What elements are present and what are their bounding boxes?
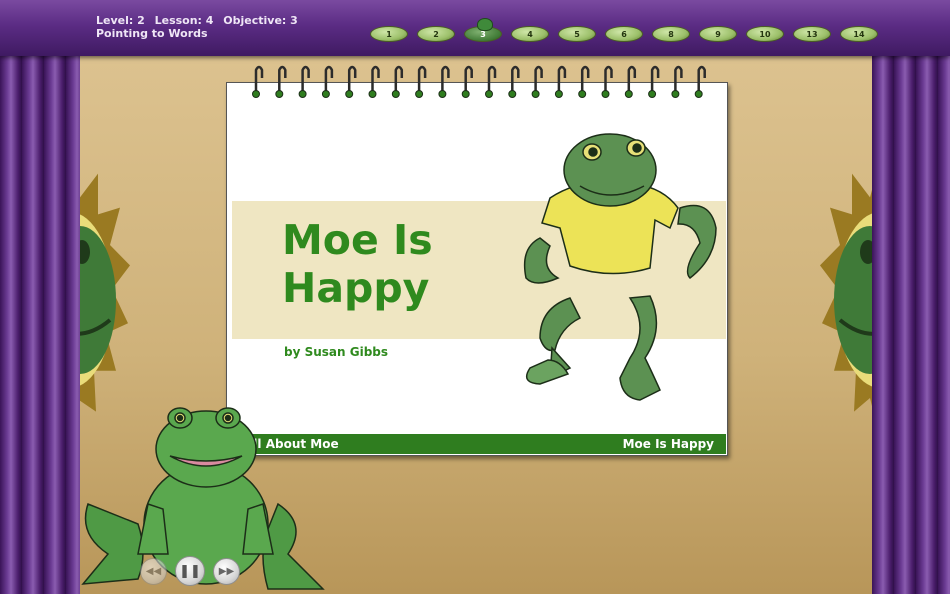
lily-pad-6[interactable]: 6 <box>605 26 643 42</box>
spiral-ring <box>441 65 450 94</box>
spiral-ring <box>254 65 264 94</box>
lily-pad-2[interactable]: 2 <box>417 26 455 42</box>
spiral-ring <box>417 65 427 94</box>
lesson-label: Lesson: 4 <box>154 14 214 27</box>
spiral-ring <box>464 65 473 94</box>
lily-pad-number: 13 <box>806 29 818 39</box>
spiral-hole <box>578 90 587 98</box>
lily-pad-3-current[interactable]: 3 <box>464 18 502 42</box>
spiral-hole <box>554 90 563 98</box>
spiral-ring <box>487 65 497 94</box>
spiral-ring <box>534 65 543 94</box>
lily-pad-14[interactable]: 14 <box>840 26 878 42</box>
spiral-hole <box>438 90 447 98</box>
title-line-1: Moe Is <box>282 216 433 264</box>
moe-frog-illustration <box>523 133 717 401</box>
lily-pad-1[interactable]: 1 <box>370 26 408 42</box>
lily-pad-number: 9 <box>715 29 721 39</box>
lily-pad-8[interactable]: 8 <box>652 26 690 42</box>
lily-pad-number: 10 <box>759 29 771 39</box>
spiral-ring <box>697 65 706 94</box>
spiral-hole <box>391 90 400 98</box>
footer-book-title: Moe Is Happy <box>622 437 714 451</box>
lily-pad-9[interactable]: 9 <box>699 26 737 42</box>
spiral-ring <box>557 65 567 94</box>
lesson-info: Level: 2 Lesson: 4 Objective: 3 Pointing… <box>96 14 304 40</box>
spiral-ring <box>674 65 683 94</box>
spiral-ring <box>511 65 520 94</box>
spiral-ring <box>324 65 334 94</box>
spiral-ring <box>580 65 590 94</box>
lily-pad-number: 14 <box>853 29 865 39</box>
spiral-hole <box>648 90 657 98</box>
spiral-hole <box>601 90 610 98</box>
level-label: Level: 2 <box>96 14 145 27</box>
objective-subtitle: Pointing to Words <box>96 27 208 40</box>
spiral-hole <box>345 90 354 98</box>
spiral-hole <box>298 90 307 98</box>
spiral-ring <box>371 65 380 94</box>
lily-pad-13[interactable]: 13 <box>793 26 831 42</box>
spiral-ring <box>604 65 613 94</box>
pause-button[interactable]: ❚❚ <box>175 556 205 586</box>
rewind-icon: ◀◀ <box>145 566 162 577</box>
spiral-hole <box>252 90 260 98</box>
spiral-ring <box>650 65 660 94</box>
spiral-hole <box>461 90 470 98</box>
lily-pad-number: 1 <box>386 29 392 39</box>
lily-pad-4[interactable]: 4 <box>511 26 549 42</box>
title-line-2: Happy <box>282 264 430 312</box>
spiral-hole <box>671 90 680 98</box>
fast-forward-button[interactable]: ▶▶ <box>213 558 240 585</box>
spiral-ring <box>394 65 404 94</box>
top-bar: Level: 2 Lesson: 4 Objective: 3 Pointing… <box>0 0 950 56</box>
pause-icon: ❚❚ <box>179 563 201 579</box>
frog-marker-icon <box>477 18 493 31</box>
book-title: Moe Is Happy <box>282 216 522 312</box>
objective-label: Objective: 3 <box>223 14 298 27</box>
spiral-hole <box>694 90 703 98</box>
lily-pad-number: 8 <box>668 29 674 39</box>
book-byline: by Susan Gibbs <box>284 345 389 359</box>
spiral-binding <box>252 65 706 98</box>
lily-pad-10[interactable]: 10 <box>746 26 784 42</box>
spiral-hole <box>275 90 284 98</box>
lily-pad-number: 4 <box>527 29 533 39</box>
lily-pad-number: 5 <box>574 29 580 39</box>
spiral-ring <box>347 65 357 94</box>
playback-controls: ◀◀ ❚❚ ▶▶ <box>140 556 240 586</box>
fast-forward-icon: ▶▶ <box>218 566 235 577</box>
spiral-hole <box>508 90 517 98</box>
spiral-hole <box>624 90 633 98</box>
spiral-hole <box>321 90 330 98</box>
lily-pad-navigation: 1 2 3 4 5 6 8 9 10 13 14 <box>370 18 878 42</box>
spiral-ring <box>627 65 637 94</box>
lily-pad-number: 2 <box>433 29 439 39</box>
spiral-hole <box>485 90 493 98</box>
rewind-button[interactable]: ◀◀ <box>140 558 167 585</box>
spiral-ring <box>278 65 287 94</box>
curtain-right <box>872 56 950 594</box>
spiral-hole <box>415 90 424 98</box>
lily-pad-number: 6 <box>621 29 627 39</box>
curtain-left <box>0 56 80 594</box>
lily-pad-5[interactable]: 5 <box>558 26 596 42</box>
spiral-hole <box>368 90 377 98</box>
spiral-ring <box>301 65 310 94</box>
spiral-hole <box>531 90 540 98</box>
